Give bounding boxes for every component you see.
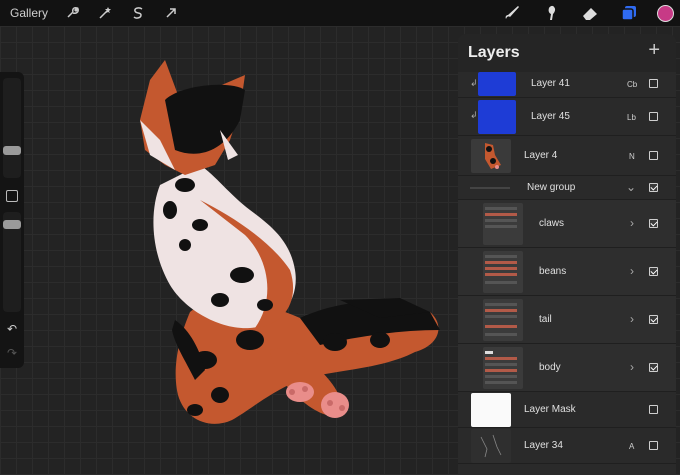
subgroup-row[interactable]: beans › xyxy=(458,248,676,296)
layers-header: Layers + xyxy=(458,34,676,72)
layer-row[interactable]: Layer 4 N xyxy=(458,136,676,176)
group-row[interactable]: New group ⌄ xyxy=(458,176,676,200)
visibility-checkbox[interactable] xyxy=(649,79,658,88)
layer-thumbnail xyxy=(471,429,511,463)
cat-mini-thumb xyxy=(485,143,501,169)
clip-mask-icon: ↲ xyxy=(470,78,478,88)
chevron-right-icon[interactable]: › xyxy=(630,264,634,278)
layers-panel: Layers + ↲ Layer 41 Cb ↲ Layer 45 Lb Lay… xyxy=(458,34,676,475)
layer-thumbnail xyxy=(471,139,511,173)
visibility-checkbox[interactable] xyxy=(649,183,658,192)
layer-name: Layer 41 xyxy=(531,78,570,89)
group-thumbnail xyxy=(483,299,523,341)
layers-title: Layers xyxy=(468,44,520,61)
visibility-checkbox[interactable] xyxy=(649,219,658,228)
blend-mode-label[interactable]: N xyxy=(629,152,635,161)
layer-thumbnail xyxy=(471,393,511,427)
layers-icon[interactable] xyxy=(618,2,640,24)
layer-thumbnail xyxy=(478,100,516,134)
group-divider xyxy=(470,187,510,189)
gallery-button[interactable]: Gallery xyxy=(10,6,48,20)
layer-name: Layer 45 xyxy=(531,111,570,122)
group-name: claws xyxy=(539,218,565,229)
right-toolset xyxy=(501,0,680,26)
group-name: beans xyxy=(539,266,567,277)
magic-wand-icon[interactable] xyxy=(97,5,113,21)
visibility-checkbox[interactable] xyxy=(649,405,658,414)
visibility-checkbox[interactable] xyxy=(649,267,658,276)
clip-mask-icon: ↲ xyxy=(470,110,478,120)
paw-right xyxy=(321,392,349,418)
left-sidebar: ↶ ↷ xyxy=(0,72,24,368)
color-picker-button[interactable] xyxy=(657,4,674,22)
blend-mode-label[interactable]: A xyxy=(629,442,634,451)
blend-mode-label[interactable]: Lb xyxy=(627,113,636,122)
layer-row[interactable]: Layer Mask xyxy=(458,392,676,428)
brush-size-slider[interactable] xyxy=(3,78,21,178)
selection-s-icon[interactable] xyxy=(130,5,146,21)
layer-name: Layer 4 xyxy=(524,150,558,161)
sketch-mini-thumb xyxy=(480,434,502,458)
smudge-icon[interactable] xyxy=(540,2,562,24)
chevron-down-icon[interactable]: ⌄ xyxy=(626,180,636,194)
redo-icon[interactable]: ↷ xyxy=(5,346,19,360)
group-thumbnail xyxy=(483,347,523,389)
top-toolbar: Gallery xyxy=(0,0,680,26)
group-name: tail xyxy=(539,314,552,325)
visibility-checkbox[interactable] xyxy=(649,315,658,324)
layer-thumbnail xyxy=(478,72,516,96)
subgroup-row[interactable]: tail › xyxy=(458,296,676,344)
blend-mode-label[interactable]: Cb xyxy=(627,80,637,89)
subgroup-row[interactable]: body › xyxy=(458,344,676,392)
modify-square-button[interactable] xyxy=(6,190,18,202)
brush-size-thumb[interactable] xyxy=(3,146,21,155)
visibility-checkbox[interactable] xyxy=(649,441,658,450)
layer-name: Layer Mask xyxy=(524,404,576,415)
group-name: New group xyxy=(527,182,576,193)
visibility-checkbox[interactable] xyxy=(649,363,658,372)
chevron-right-icon[interactable]: › xyxy=(630,312,634,326)
move-arrow-icon[interactable] xyxy=(163,5,179,21)
add-layer-button[interactable]: + xyxy=(648,40,660,60)
layer-name: Layer 34 xyxy=(524,440,563,451)
group-thumbnail xyxy=(483,203,523,245)
undo-icon[interactable]: ↶ xyxy=(5,322,19,336)
eraser-icon[interactable] xyxy=(579,2,601,24)
group-name: body xyxy=(539,362,561,373)
subgroup-row[interactable]: claws › xyxy=(458,200,676,248)
layer-row[interactable]: ↲ Layer 45 Lb xyxy=(458,98,676,136)
visibility-checkbox[interactable] xyxy=(649,112,658,121)
brush-icon[interactable] xyxy=(501,2,523,24)
opacity-thumb[interactable] xyxy=(3,220,21,229)
layer-row[interactable]: Layer 34 A xyxy=(458,428,676,464)
visibility-checkbox[interactable] xyxy=(649,151,658,160)
group-thumbnail xyxy=(483,251,523,293)
wrench-icon[interactable] xyxy=(64,5,80,21)
chevron-right-icon[interactable]: › xyxy=(630,360,634,374)
chevron-right-icon[interactable]: › xyxy=(630,216,634,230)
layer-row[interactable]: ↲ Layer 41 Cb xyxy=(458,72,676,98)
